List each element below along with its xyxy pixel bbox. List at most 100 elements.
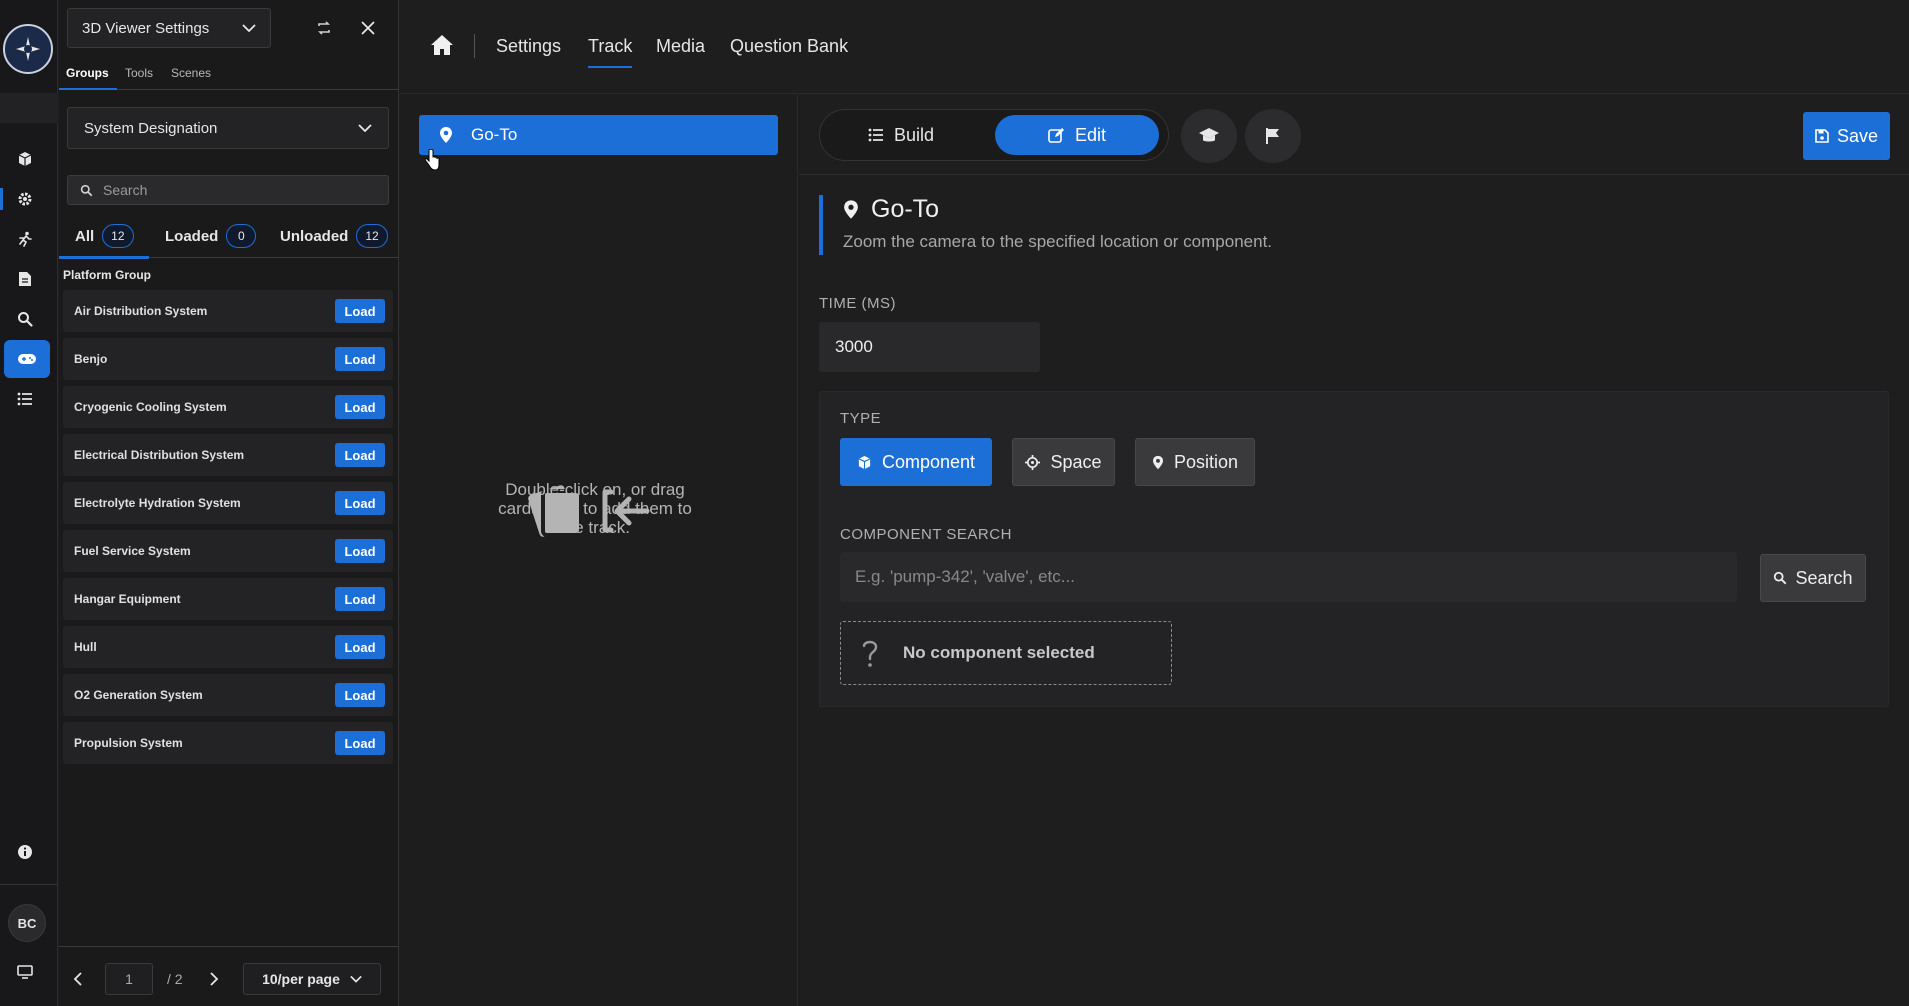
component-search-button[interactable]: Search	[1760, 554, 1866, 602]
filter-loaded[interactable]: Loaded 0	[165, 224, 257, 248]
card-editor: Build Edit Save Go-To Zoom the camera to…	[799, 95, 1909, 1006]
track-column: Go-To Double-click on, or drag cards her…	[400, 95, 798, 1006]
tab-groups[interactable]: Groups	[66, 66, 109, 80]
home-icon[interactable]	[430, 34, 454, 56]
type-position-label: Position	[1173, 451, 1239, 472]
load-button[interactable]: Load	[335, 635, 385, 659]
graduation-cap-button[interactable]	[1181, 109, 1237, 163]
tab-tools[interactable]: Tools	[125, 66, 153, 80]
load-button[interactable]: Load	[335, 395, 385, 419]
system-name: Benjo	[74, 352, 108, 366]
chevron-right-icon[interactable]	[209, 971, 219, 987]
gamepad-icon[interactable]	[4, 340, 50, 378]
cube-icon	[858, 455, 871, 469]
load-button[interactable]: Load	[335, 539, 385, 563]
type-space-button[interactable]: Space	[1012, 438, 1115, 486]
organization-logo	[3, 24, 53, 74]
type-position-button[interactable]: Position	[1135, 438, 1255, 486]
list-item: Electrolyte Hydration System Load	[63, 482, 393, 524]
card-description: Zoom the camera to the specified locatio…	[843, 232, 1273, 251]
type-panel: TYPE Component Space Position COMPONENT …	[819, 391, 1889, 707]
monitor-icon[interactable]	[0, 955, 50, 989]
load-button[interactable]: Load	[335, 491, 385, 515]
mode-toggle: Build Edit	[819, 109, 1169, 161]
document-icon[interactable]	[0, 262, 50, 296]
list-item: Cryogenic Cooling System Load	[63, 386, 393, 428]
load-button[interactable]: Load	[335, 683, 385, 707]
viewer-settings-panel: 3D Viewer Settings Groups Tools Scenes S…	[59, 0, 399, 1006]
time-field[interactable]: 3000	[819, 322, 1040, 372]
icon-rail: BC	[0, 0, 58, 1006]
type-component-label: Component	[881, 451, 976, 472]
system-name: Hangar Equipment	[74, 592, 181, 606]
load-button[interactable]: Load	[335, 347, 385, 371]
running-person-icon[interactable]	[0, 222, 50, 256]
list-item: O2 Generation System Load	[63, 674, 393, 716]
nav-divider	[474, 34, 475, 58]
build-button[interactable]: Build	[856, 115, 946, 155]
close-icon[interactable]	[354, 14, 382, 42]
list-item: Electrical Distribution System Load	[63, 434, 393, 476]
card-title-block: Go-To Zoom the camera to the specified l…	[819, 195, 1519, 255]
system-name: Air Distribution System	[74, 304, 208, 318]
save-button[interactable]: Save	[1803, 112, 1890, 160]
drop-hint: Double-click on, or drag cards here to a…	[498, 480, 692, 537]
list-icon	[868, 128, 883, 142]
list-item: Benjo Load	[63, 338, 393, 380]
refresh-icon[interactable]	[310, 14, 338, 42]
chevron-down-icon	[350, 975, 362, 983]
save-label: Save	[1836, 125, 1879, 146]
panel-search	[67, 175, 389, 205]
viewer-settings-dropdown[interactable]: 3D Viewer Settings	[67, 8, 271, 48]
nav-media[interactable]: Media	[656, 36, 705, 57]
system-name: Cryogenic Cooling System	[74, 400, 227, 414]
crosshair-icon	[1025, 454, 1041, 470]
load-button[interactable]: Load	[335, 443, 385, 467]
search-input[interactable]	[103, 182, 363, 198]
tab-scenes[interactable]: Scenes	[171, 66, 211, 80]
map-pin-icon	[1152, 455, 1163, 469]
count-badge: 12	[356, 224, 388, 248]
list-item: Propulsion System Load	[63, 722, 393, 764]
map-pin-icon	[440, 127, 452, 143]
system-designation-dropdown[interactable]: System Designation	[67, 107, 389, 149]
chevron-down-icon	[242, 24, 256, 32]
filter-unloaded[interactable]: Unloaded 12	[280, 224, 388, 248]
question-mark-icon	[862, 640, 878, 667]
component-search-input[interactable]	[855, 567, 1715, 587]
nav-track[interactable]: Track	[588, 36, 633, 68]
track-card-go-to[interactable]: Go-To	[419, 115, 778, 155]
load-button[interactable]: Load	[335, 587, 385, 611]
emblem-icon	[16, 37, 40, 61]
mouse-pointer-icon	[424, 149, 440, 171]
per-page-label: 10/per page	[262, 971, 340, 987]
gear-icon[interactable]	[0, 182, 50, 216]
avatar[interactable]: BC	[8, 904, 46, 942]
graduation-cap-icon	[1199, 128, 1219, 142]
filter-label: All	[75, 227, 95, 245]
system-name: Hull	[74, 640, 97, 654]
load-button[interactable]: Load	[335, 731, 385, 755]
search-icon[interactable]	[0, 302, 50, 336]
filter-all[interactable]: All 12	[75, 224, 134, 248]
page-total: / 2	[167, 971, 183, 987]
page-number-input[interactable]: 1	[105, 963, 153, 995]
nav-settings[interactable]: Settings	[496, 36, 561, 57]
info-icon[interactable]	[0, 835, 50, 869]
no-component-text: No component selected	[903, 643, 1095, 662]
count-badge: 12	[102, 224, 134, 248]
type-component-button[interactable]: Component	[840, 438, 992, 486]
load-button[interactable]: Load	[335, 299, 385, 323]
cube-icon[interactable]	[0, 142, 50, 176]
search-icon	[80, 184, 93, 196]
group-header: Platform Group	[63, 268, 152, 282]
chevron-down-icon	[358, 124, 372, 132]
list-icon[interactable]	[0, 382, 50, 416]
chevron-left-icon[interactable]	[73, 971, 83, 987]
edit-button[interactable]: Edit	[995, 115, 1159, 155]
pagination: 1 / 2 10/per page	[59, 946, 399, 1006]
search-button-label: Search	[1795, 567, 1853, 588]
per-page-select[interactable]: 10/per page	[243, 963, 381, 995]
flag-button[interactable]	[1245, 109, 1301, 163]
nav-question-bank[interactable]: Question Bank	[730, 36, 848, 57]
